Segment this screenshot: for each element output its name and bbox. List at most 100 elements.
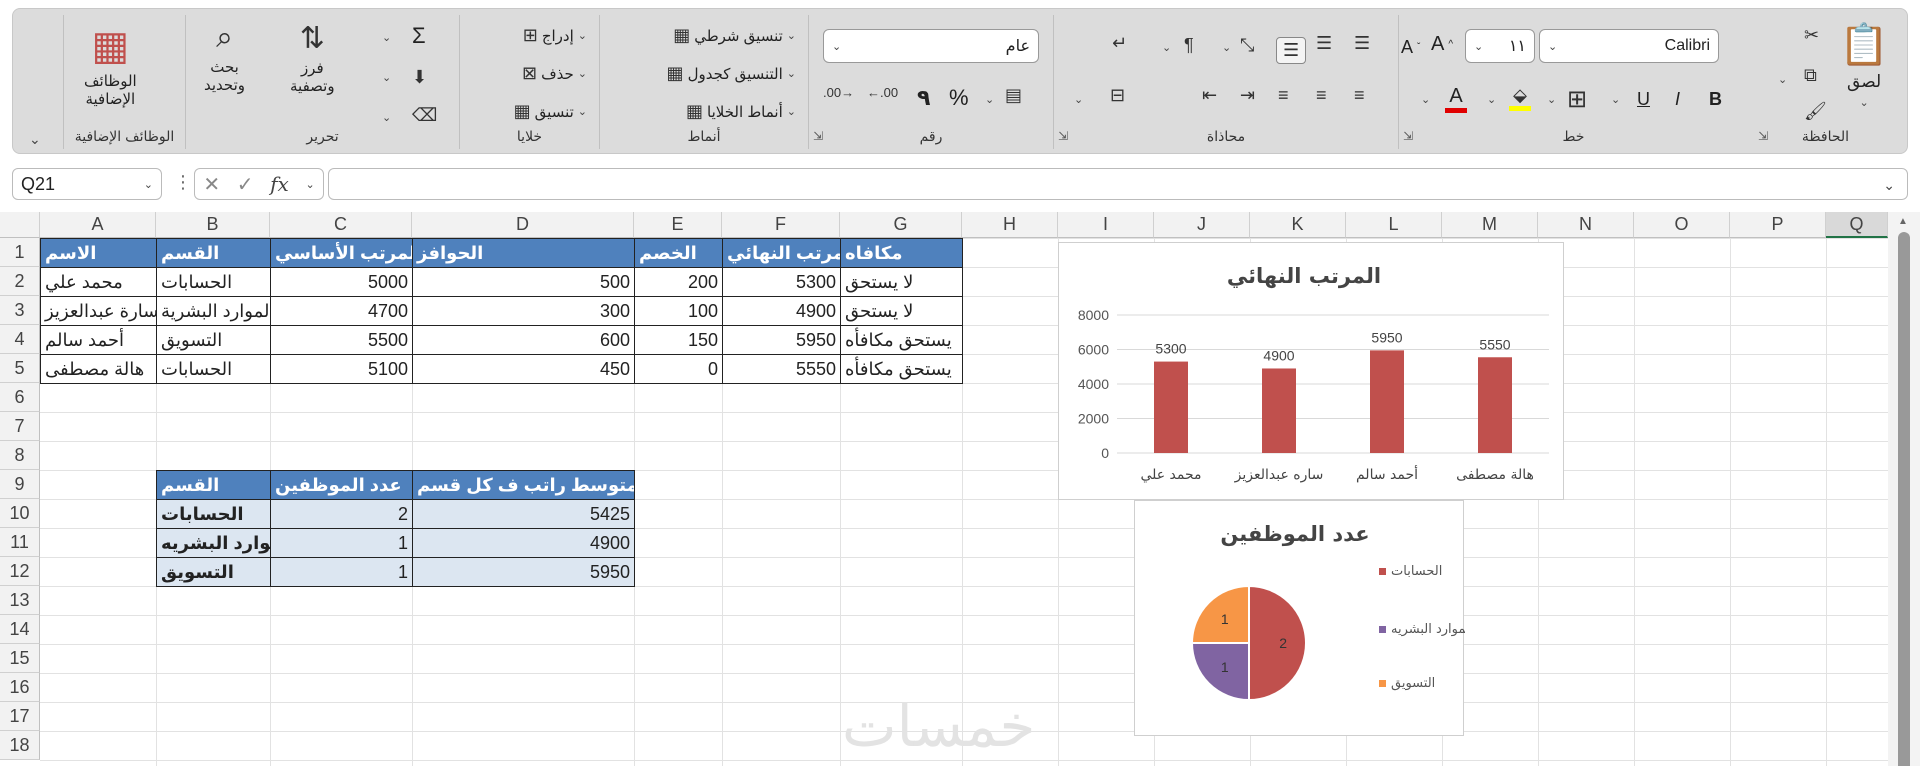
chevron-down-icon[interactable]: ⌄: [1162, 41, 1171, 54]
table-header-cell[interactable]: الحوافز: [412, 238, 635, 268]
column-header-D[interactable]: D: [412, 212, 634, 238]
table-cell[interactable]: 5550: [722, 354, 841, 384]
cell-styles-button[interactable]: ▦ أنماط الخلايا ⌄: [686, 101, 796, 122]
underline-button[interactable]: U: [1637, 89, 1650, 110]
delete-button[interactable]: ⊠ حذف ⌄: [522, 63, 587, 84]
row-header-18[interactable]: 18: [0, 731, 40, 760]
align-top-icon[interactable]: ☰: [1354, 33, 1370, 54]
conditional-formatting-button[interactable]: ▦ تنسيق شرطي ⌄: [673, 25, 796, 46]
column-header-H[interactable]: H: [962, 212, 1058, 238]
table-cell[interactable]: 600: [412, 325, 635, 355]
fill-icon[interactable]: ⬇: [412, 67, 427, 88]
table-cell[interactable]: لا يستحق: [840, 296, 963, 326]
column-header-J[interactable]: J: [1154, 212, 1250, 238]
column-header-N[interactable]: N: [1538, 212, 1634, 238]
table-cell[interactable]: الحسابات: [156, 354, 271, 384]
table-cell[interactable]: 450: [412, 354, 635, 384]
table-cell[interactable]: أحمد سالم: [40, 325, 157, 355]
table-header-cell[interactable]: القسم: [156, 238, 271, 268]
summary-cell[interactable]: 1: [270, 528, 413, 558]
vertical-scrollbar[interactable]: ▲: [1888, 212, 1920, 766]
table-cell[interactable]: التسويق: [156, 325, 271, 355]
table-cell[interactable]: الحسابات: [156, 267, 271, 297]
scroll-up-icon[interactable]: ▲: [1898, 216, 1908, 227]
chevron-down-icon[interactable]: ⌄: [305, 178, 314, 191]
column-header-M[interactable]: M: [1442, 212, 1538, 238]
table-cell[interactable]: 5500: [270, 325, 413, 355]
format-as-table-button[interactable]: ▦ التنسيق كجدول ⌄: [667, 63, 796, 84]
table-header-cell[interactable]: المرتب الأساسي: [270, 238, 413, 268]
insert-button[interactable]: ⊞ إدراج ⌄: [523, 25, 587, 46]
table-cell[interactable]: لا يستحق: [840, 267, 963, 297]
orientation-icon[interactable]: ⤡: [1240, 35, 1254, 56]
formula-input[interactable]: ⌄: [328, 168, 1908, 200]
row-header-3[interactable]: 3: [0, 296, 40, 325]
bar-chart[interactable]: المرتب النهائي 0 2000 4000 6000 8000 5300 محمد …: [1058, 242, 1564, 500]
chevron-down-icon[interactable]: ⌄: [1487, 93, 1496, 106]
font-name-combo[interactable]: ⌄ Calibri: [1539, 29, 1719, 63]
dialog-launcher-icon[interactable]: ⇲: [1758, 129, 1768, 143]
row-header-1[interactable]: 1: [0, 238, 40, 267]
sort-filter-button[interactable]: ⇅ فرز وتصفية: [290, 21, 335, 96]
format-button[interactable]: ▦ تنسيق ⌄: [514, 101, 587, 122]
bold-button[interactable]: B: [1709, 89, 1722, 110]
column-header-E[interactable]: E: [634, 212, 722, 238]
column-header-P[interactable]: P: [1730, 212, 1826, 238]
summary-cell[interactable]: الحسابات: [156, 499, 271, 529]
row-header-16[interactable]: 16: [0, 673, 40, 702]
copy-icon[interactable]: ⧉: [1804, 65, 1817, 86]
more-options-icon[interactable]: ⋮: [174, 172, 192, 193]
summary-cell[interactable]: 5425: [412, 499, 635, 529]
table-cell[interactable]: 5000: [270, 267, 413, 297]
row-header-17[interactable]: 17: [0, 702, 40, 731]
enter-icon[interactable]: ✓: [237, 172, 254, 197]
row-header-9[interactable]: 9: [0, 470, 40, 499]
table-cell[interactable]: 500: [412, 267, 635, 297]
clear-icon[interactable]: ⌫: [412, 105, 437, 126]
column-header-B[interactable]: B: [156, 212, 270, 238]
align-center-icon[interactable]: ≡: [1316, 85, 1327, 106]
table-cell[interactable]: الموارد البشرية: [156, 296, 271, 326]
column-header-C[interactable]: C: [270, 212, 412, 238]
row-header-7[interactable]: 7: [0, 412, 40, 441]
row-header-13[interactable]: 13: [0, 586, 40, 615]
chevron-down-icon[interactable]: ⌄: [1547, 93, 1556, 106]
merge-center-icon[interactable]: ⊟: [1110, 85, 1125, 106]
pie-chart[interactable]: عدد الموظفين 2 1 1 الحسابات الموارد البشريه ال…: [1134, 500, 1473, 736]
number-format-combo[interactable]: ⌄ عام: [823, 29, 1039, 63]
borders-icon[interactable]: ⊞: [1567, 85, 1587, 114]
table-cell[interactable]: 100: [634, 296, 723, 326]
chevron-down-icon[interactable]: ⌄: [382, 31, 391, 44]
chevron-down-icon[interactable]: ⌄: [1421, 93, 1430, 106]
table-cell[interactable]: 5950: [722, 325, 841, 355]
insert-function-icon[interactable]: fx: [270, 172, 289, 196]
scrollbar-thumb[interactable]: [1898, 232, 1910, 766]
table-header-cell[interactable]: الاسم: [40, 238, 157, 268]
row-header-11[interactable]: 11: [0, 528, 40, 557]
text-direction-icon[interactable]: ¶: [1184, 35, 1194, 56]
summary-cell[interactable]: 5950: [412, 557, 635, 587]
chevron-down-icon[interactable]: ⌄: [985, 93, 994, 106]
wrap-text-icon[interactable]: ↵: [1112, 33, 1127, 54]
italic-button[interactable]: I: [1675, 89, 1680, 110]
summary-header-cell[interactable]: القسم: [156, 470, 271, 500]
row-header-4[interactable]: 4: [0, 325, 40, 354]
summary-header-cell[interactable]: عدد الموظفين: [270, 470, 413, 500]
decrease-indent-icon[interactable]: ⇥: [1240, 85, 1255, 106]
increase-decimal-icon[interactable]: ←.00: [867, 85, 898, 100]
align-right-icon[interactable]: ≡: [1354, 85, 1365, 106]
summary-header-cell[interactable]: متوسط راتب ف كل قسم: [412, 470, 635, 500]
column-header-I[interactable]: I: [1058, 212, 1154, 238]
column-header-O[interactable]: O: [1634, 212, 1730, 238]
table-cell[interactable]: سارة عبدالعزيز: [40, 296, 157, 326]
table-cell[interactable]: 150: [634, 325, 723, 355]
table-cell[interactable]: 0: [634, 354, 723, 384]
table-cell[interactable]: 300: [412, 296, 635, 326]
grow-font-button[interactable]: A ^: [1431, 33, 1453, 56]
row-header-8[interactable]: 8: [0, 441, 40, 470]
table-cell[interactable]: 5300: [722, 267, 841, 297]
comma-style-button[interactable]: ٩: [917, 85, 930, 111]
chevron-down-icon[interactable]: ⌄: [1074, 93, 1083, 106]
table-cell[interactable]: محمد علي: [40, 267, 157, 297]
table-cell[interactable]: 4700: [270, 296, 413, 326]
